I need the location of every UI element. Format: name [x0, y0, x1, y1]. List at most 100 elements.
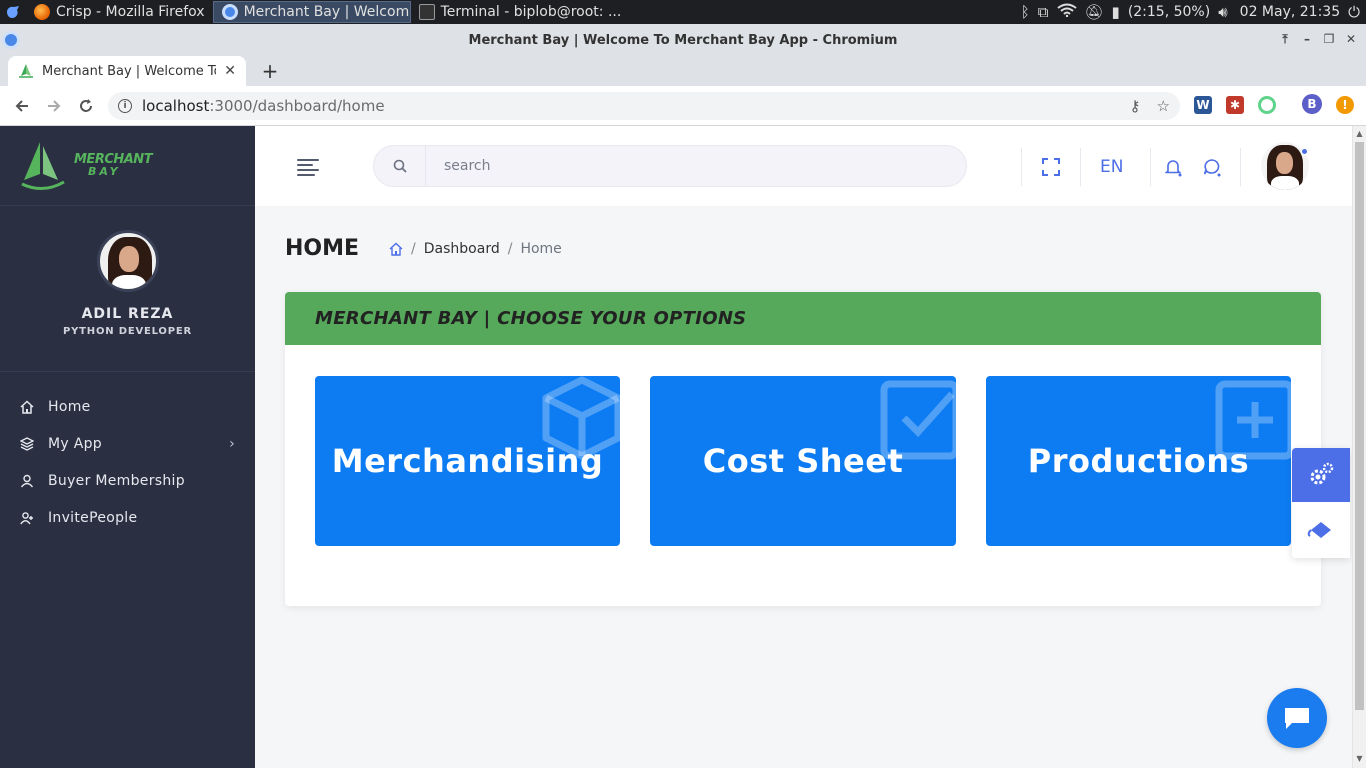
power-icon[interactable]: ⏻	[1348, 3, 1360, 21]
battery-status[interactable]: (2:15, 50%)	[1128, 4, 1210, 20]
scroll-up-icon[interactable]: ▲	[1355, 129, 1364, 139]
sidebar-item-buyer-membership[interactable]: Buyer Membership	[0, 462, 255, 499]
sidebar-item-label: Buyer Membership	[48, 472, 185, 489]
update-alert-icon[interactable]: !	[1336, 96, 1354, 114]
support-chat-button[interactable]	[1267, 688, 1327, 748]
chromium-icon	[2, 31, 20, 49]
menu-toggle-button[interactable]	[297, 159, 319, 176]
header-divider	[1150, 148, 1151, 186]
brand-wordmark: MERCHANT BAY	[74, 153, 153, 178]
breadcrumb-dashboard[interactable]: Dashboard	[424, 241, 500, 257]
taskbar-item-chromium[interactable]: Merchant Bay | Welcom...	[212, 1, 411, 23]
notifications-muted-icon[interactable]: 🔕︎	[1085, 3, 1104, 21]
option-label: Cost Sheet	[702, 442, 904, 480]
breadcrumb-separator: /	[507, 240, 513, 257]
taskbar-label: Terminal - biplob@root: ...	[440, 4, 622, 20]
option-merchandising[interactable]: Merchandising	[315, 376, 620, 546]
extension-puzzle-icon[interactable]: ✱	[1226, 96, 1244, 114]
breadcrumb-current: Home	[520, 240, 562, 257]
key-icon[interactable]: ⚷	[1130, 97, 1141, 115]
user-role: PYTHON DEVELOPER	[63, 326, 192, 337]
window-titlebar: Merchant Bay | Welcome To Merchant Bay A…	[0, 24, 1366, 56]
header-divider	[1240, 148, 1241, 186]
sidebar-item-home[interactable]: Home	[0, 388, 255, 425]
avatar[interactable]	[96, 230, 159, 292]
tab-title: Merchant Bay | Welcome To Merchant Bay A…	[42, 63, 216, 79]
breadcrumb-separator: /	[411, 240, 416, 257]
brand-logo[interactable]: MERCHANT BAY	[0, 126, 255, 206]
os-menu-button[interactable]	[0, 0, 26, 24]
settings-button[interactable]	[1292, 448, 1350, 502]
sidebar-item-label: Home	[48, 398, 91, 415]
minimize-button[interactable]: –	[1296, 30, 1318, 48]
profile-button[interactable]: B	[1302, 94, 1322, 114]
chat-bubble-icon	[1285, 708, 1309, 729]
url-path: :3000/dashboard/home	[209, 97, 385, 115]
os-taskbar: Crisp - Mozilla Firefox Merchant Bay | W…	[0, 0, 1366, 24]
search-box[interactable]: search	[373, 145, 967, 187]
bell-icon[interactable]	[1162, 156, 1184, 178]
new-tab-button[interactable]: +	[258, 59, 282, 83]
chat-icon[interactable]	[1201, 156, 1223, 178]
window-title: Merchant Bay | Welcome To Merchant Bay A…	[468, 32, 898, 48]
scroll-down-icon[interactable]: ▼	[1355, 754, 1364, 764]
maximize-button[interactable]: ❐	[1318, 30, 1340, 48]
network-transfer-icon[interactable]: ⧉	[1038, 3, 1049, 21]
breadcrumb-home-icon[interactable]	[389, 242, 403, 256]
browser-tab[interactable]: Merchant Bay | Welcome To Merchant Bay A…	[8, 56, 246, 86]
extension-word-icon[interactable]: W	[1194, 96, 1212, 114]
taskbar-item-terminal[interactable]: Terminal - biplob@root: ...	[411, 0, 630, 24]
taskbar-label: Crisp - Mozilla Firefox	[56, 4, 205, 20]
chevron-right-icon: ›	[229, 435, 235, 452]
fullscreen-icon[interactable]	[1040, 156, 1062, 178]
close-tab-icon[interactable]: ✕	[224, 63, 236, 79]
bluetooth-icon[interactable]: ᛒ	[1021, 3, 1030, 21]
window-controls: ⤒ – ❐ ✕	[1274, 30, 1362, 48]
user-profile: ADIL REZA PYTHON DEVELOPER	[0, 206, 255, 372]
option-label: Productions	[1027, 442, 1250, 480]
option-productions[interactable]: Productions	[986, 376, 1291, 546]
sidebar-item-label: InvitePeople	[48, 509, 138, 526]
user-icon	[20, 474, 34, 487]
url-host: localhost	[142, 97, 210, 115]
logo-line-2: BAY	[88, 164, 121, 178]
language-selector[interactable]: EN	[1100, 157, 1123, 177]
chromium-icon	[221, 4, 238, 20]
search-icon[interactable]	[374, 146, 426, 186]
reload-button[interactable]	[70, 90, 102, 122]
volume-icon[interactable]: 🔊︎	[1218, 3, 1227, 21]
option-cost-sheet[interactable]: Cost Sheet	[650, 376, 956, 546]
terminal-icon	[418, 4, 435, 20]
forward-button[interactable]	[38, 90, 70, 122]
breadcrumb: / Dashboard / Home	[389, 241, 562, 257]
page-scrollbar[interactable]: ▲ ▼	[1352, 126, 1366, 768]
bookmark-star-icon[interactable]: ☆	[1157, 97, 1170, 115]
toolbar: i localhost:3000/dashboard/home ⚷ ☆ W ✱ …	[0, 86, 1366, 126]
settings-float-panel	[1292, 448, 1350, 558]
close-window-button[interactable]: ✕	[1340, 30, 1362, 48]
layers-icon	[20, 436, 34, 451]
sidebar-item-invite-people[interactable]: InvitePeople	[0, 499, 255, 536]
scrollbar-thumb[interactable]	[1355, 142, 1364, 710]
window-up-icon[interactable]: ⤒	[1274, 30, 1296, 48]
header-divider	[1080, 148, 1081, 186]
paint-bucket-icon	[1307, 522, 1331, 538]
reload-icon	[80, 98, 92, 112]
sailboat-logo-icon	[21, 141, 65, 190]
address-bar[interactable]: i localhost:3000/dashboard/home ⚷ ☆	[108, 92, 1180, 120]
os-menu-icon	[7, 6, 19, 18]
theme-button[interactable]	[1292, 502, 1350, 558]
arrow-right-icon	[48, 99, 61, 112]
back-button[interactable]	[6, 90, 38, 122]
sidebar-item-label: My App	[48, 435, 102, 452]
site-info-icon[interactable]: i	[118, 99, 132, 113]
taskbar-item-firefox[interactable]: Crisp - Mozilla Firefox	[26, 0, 213, 24]
sidebar-item-my-app[interactable]: My App ›	[0, 425, 255, 462]
clock[interactable]: 02 May, 21:35	[1240, 4, 1340, 20]
extension-color-icon[interactable]	[1258, 96, 1276, 114]
wifi-icon[interactable]	[1056, 3, 1077, 21]
top-header: search EN	[255, 126, 1352, 206]
header-divider	[1021, 148, 1022, 186]
firefox-icon	[34, 4, 50, 20]
search-input[interactable]: search	[426, 158, 491, 174]
